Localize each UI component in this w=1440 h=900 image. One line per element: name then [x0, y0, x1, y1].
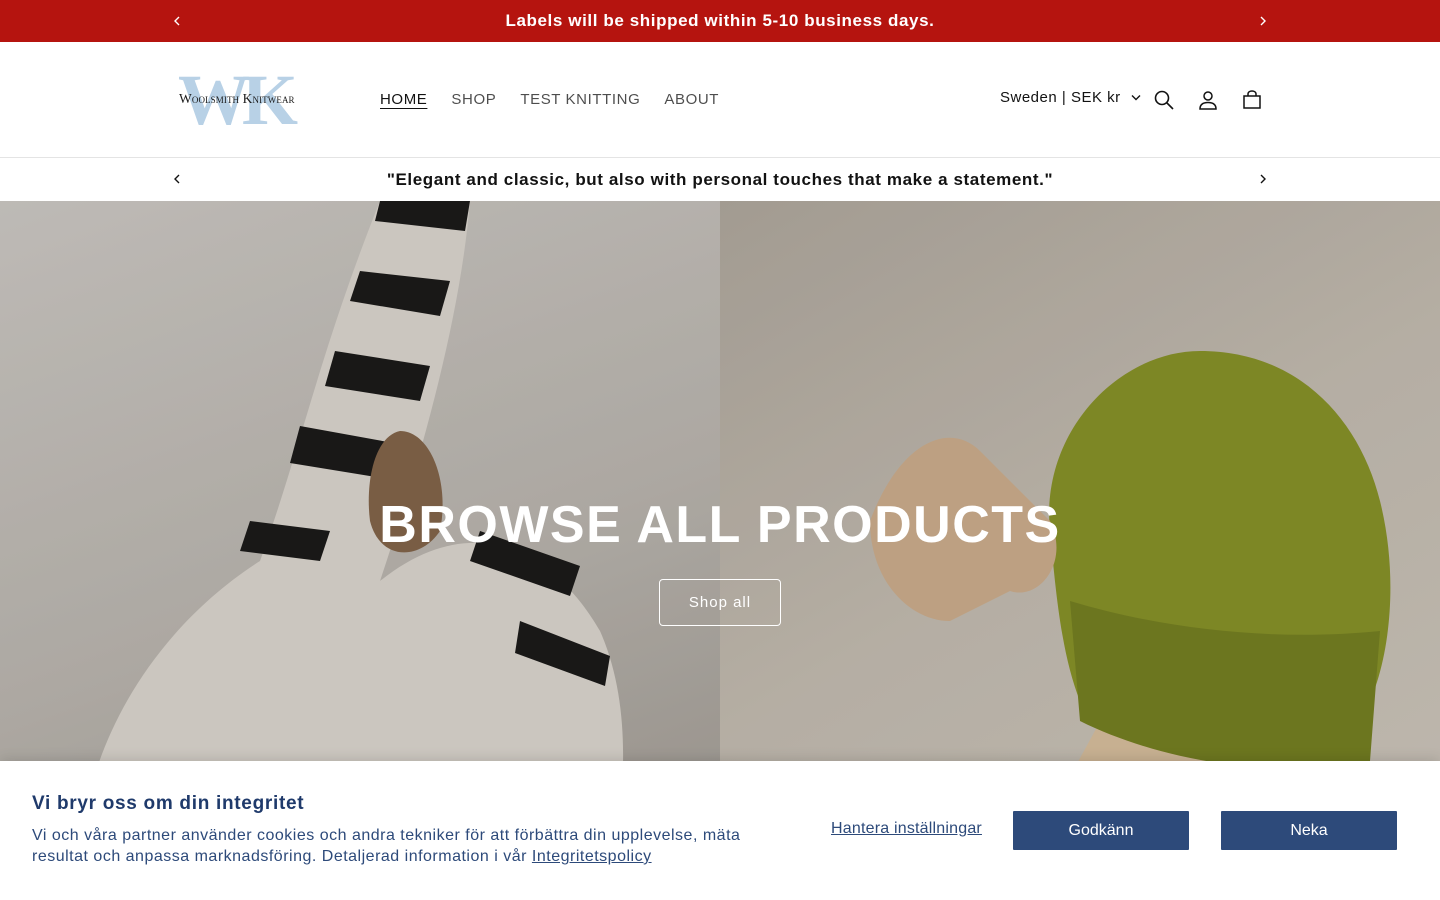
- country-selector[interactable]: Sweden | SEK kr: [1000, 89, 1141, 106]
- cookie-title: Vi bryr oss om din integritet: [32, 793, 305, 814]
- nav-item-home[interactable]: HOME: [368, 88, 439, 112]
- manage-settings-link[interactable]: Hantera inställningar: [831, 820, 982, 838]
- cookie-description: Vi och våra partner använder cookies och…: [32, 825, 762, 867]
- account-button[interactable]: [1194, 86, 1222, 114]
- chevron-left-icon: [174, 174, 180, 184]
- announcement-bar: Labels will be shipped within 5-10 busin…: [0, 0, 1440, 42]
- search-icon: [1154, 90, 1174, 110]
- announcement-prev-button[interactable]: [165, 9, 189, 33]
- site-logo[interactable]: WK Woolsmith Knitwear: [176, 64, 336, 136]
- privacy-policy-link[interactable]: Integritetspolicy: [532, 848, 652, 865]
- nav-item-test-knitting[interactable]: TEST KNITTING: [508, 88, 652, 112]
- testimonial-bar: "Elegant and classic, but also with pers…: [0, 158, 1440, 201]
- main-nav: HOME SHOP TEST KNITTING ABOUT: [368, 88, 731, 112]
- account-icon: [1199, 91, 1217, 110]
- testimonial-prev-button[interactable]: [165, 167, 189, 191]
- cart-icon: [1243, 90, 1261, 109]
- chevron-down-icon: [1131, 95, 1141, 101]
- decline-cookies-button[interactable]: Neka: [1221, 811, 1397, 850]
- chevron-right-icon: [1260, 16, 1266, 26]
- site-header: WK Woolsmith Knitwear HOME SHOP TEST KNI…: [0, 42, 1440, 158]
- nav-item-shop[interactable]: SHOP: [439, 88, 508, 112]
- cookie-consent-banner: Vi bryr oss om din integritet Vi och vår…: [0, 761, 1440, 900]
- testimonial-text: "Elegant and classic, but also with pers…: [386, 169, 1054, 189]
- testimonial-next-button[interactable]: [1251, 167, 1275, 191]
- announcement-text: Labels will be shipped within 5-10 busin…: [505, 11, 935, 30]
- search-button[interactable]: [1150, 86, 1178, 114]
- shop-all-button[interactable]: Shop all: [659, 579, 781, 626]
- chevron-right-icon: [1260, 174, 1266, 184]
- hero-title: BROWSE ALL PRODUCTS: [379, 496, 1061, 554]
- chevron-left-icon: [174, 16, 180, 26]
- accept-cookies-button[interactable]: Godkänn: [1013, 811, 1189, 850]
- logo-wordmark: Woolsmith Knitwear: [179, 91, 295, 106]
- cart-button[interactable]: [1238, 86, 1266, 114]
- nav-item-about[interactable]: ABOUT: [652, 88, 731, 112]
- announcement-next-button[interactable]: [1251, 9, 1275, 33]
- country-selector-label: Sweden | SEK kr: [1000, 89, 1121, 106]
